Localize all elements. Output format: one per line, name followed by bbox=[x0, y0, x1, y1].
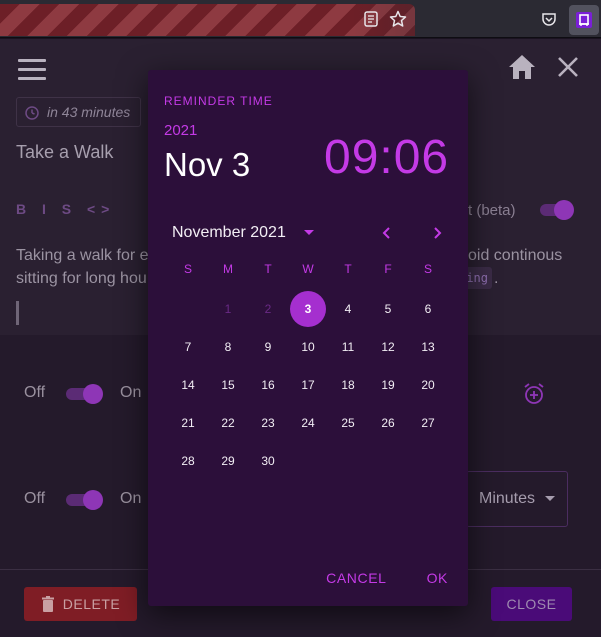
day-cell[interactable]: 24 bbox=[288, 404, 328, 442]
weekday-label: M bbox=[223, 262, 233, 276]
day-cell[interactable]: 8 bbox=[208, 328, 248, 366]
close-icon[interactable] bbox=[556, 55, 580, 84]
day-cell[interactable]: 18 bbox=[328, 366, 368, 404]
beta-label: t (beta) bbox=[468, 202, 516, 219]
day-cell[interactable]: 29 bbox=[208, 442, 248, 480]
day-cell[interactable]: 10 bbox=[288, 328, 328, 366]
weekday-label: T bbox=[264, 262, 272, 276]
day-cell[interactable]: 25 bbox=[328, 404, 368, 442]
day-cell[interactable]: 19 bbox=[368, 366, 408, 404]
alarm-add-icon[interactable] bbox=[522, 382, 546, 411]
empty-day-cell bbox=[168, 290, 208, 328]
format-toolbar[interactable]: B I S <> bbox=[16, 201, 115, 217]
year-selector[interactable]: 2021 bbox=[164, 122, 197, 139]
trash-icon bbox=[41, 596, 54, 612]
delete-button[interactable]: DELETE bbox=[24, 587, 137, 621]
cancel-button[interactable]: CANCEL bbox=[326, 570, 386, 586]
row2-toggle-knob[interactable] bbox=[83, 490, 103, 510]
day-cell[interactable]: 6 bbox=[408, 290, 448, 328]
reader-view-icon[interactable] bbox=[362, 10, 380, 28]
day-cell[interactable]: 4 bbox=[328, 290, 368, 328]
day-cell: 2 bbox=[264, 302, 272, 316]
weekday-label: F bbox=[384, 262, 392, 276]
home-icon[interactable] bbox=[507, 53, 537, 86]
close-button-label: CLOSE bbox=[506, 596, 557, 612]
minutes-select[interactable]: Minutes bbox=[466, 471, 568, 527]
chevron-down-icon bbox=[545, 496, 556, 501]
weekday-header: SMTWTFS bbox=[168, 262, 448, 276]
day-cell[interactable]: 12 bbox=[368, 328, 408, 366]
blockquote-bar bbox=[16, 301, 19, 325]
day-cell[interactable]: 23 bbox=[248, 404, 288, 442]
minutes-select-value: Minutes bbox=[479, 490, 536, 507]
day-cell[interactable]: 7 bbox=[168, 328, 208, 366]
weekday-label: W bbox=[302, 262, 314, 276]
alarm-icon bbox=[25, 106, 39, 120]
row1-on-label: On bbox=[120, 384, 142, 401]
day-cell[interactable]: 15 bbox=[208, 366, 248, 404]
bookmark-star-icon[interactable] bbox=[389, 10, 407, 28]
day-cell[interactable]: 17 bbox=[288, 366, 328, 404]
day-cell[interactable]: 13 bbox=[408, 328, 448, 366]
reminder-chip-label: in 43 minutes bbox=[47, 104, 131, 120]
task-body-left[interactable]: Taking a walk for e sitting for long hou bbox=[16, 244, 149, 290]
weekday-label: S bbox=[423, 262, 432, 276]
menu-icon[interactable] bbox=[18, 59, 46, 81]
beta-toggle-knob[interactable] bbox=[554, 200, 574, 220]
row2-on-label: On bbox=[120, 490, 142, 507]
day-cell[interactable]: 16 bbox=[248, 366, 288, 404]
row1-off-label: Off bbox=[24, 384, 46, 401]
day-cell[interactable]: 26 bbox=[368, 404, 408, 442]
day-cell[interactable]: 28 bbox=[168, 442, 208, 480]
calendar-grid: 1 2 3 4 5 6 7 8 9 10 11 12 13 14 15 16 17 18 19 20 21 22 23 24 2… bbox=[168, 290, 448, 480]
month-year-switch[interactable]: November 2021 bbox=[172, 224, 314, 242]
dialog-actions: CANCEL OK bbox=[326, 570, 448, 586]
selected-time[interactable]: 09:06 bbox=[324, 130, 449, 185]
weekday-label: T bbox=[344, 262, 352, 276]
ok-button[interactable]: OK bbox=[427, 570, 448, 586]
next-month-icon[interactable] bbox=[430, 226, 444, 245]
chevron-down-icon bbox=[303, 230, 314, 235]
empty-day-cell bbox=[368, 442, 408, 480]
pocket-icon[interactable] bbox=[540, 10, 558, 28]
task-body-right[interactable]: oid continous bbox=[468, 244, 562, 267]
day-cell[interactable]: 9 bbox=[248, 328, 288, 366]
delete-button-label: DELETE bbox=[62, 596, 121, 612]
extension-icon[interactable] bbox=[569, 5, 599, 35]
date-picker-dialog: REMINDER TIME 2021 Nov 3 09:06 November … bbox=[148, 70, 468, 606]
day-cell[interactable]: 14 bbox=[168, 366, 208, 404]
day-cell[interactable]: 5 bbox=[368, 290, 408, 328]
empty-day-cell bbox=[288, 442, 328, 480]
day-cell[interactable]: 21 bbox=[168, 404, 208, 442]
selected-date[interactable]: Nov 3 bbox=[164, 146, 250, 184]
day-cell-selected[interactable]: 3 bbox=[288, 290, 328, 328]
day-cell[interactable]: 27 bbox=[408, 404, 448, 442]
reminder-chip[interactable]: in 43 minutes bbox=[16, 97, 141, 127]
day-cell[interactable]: 30 bbox=[248, 442, 288, 480]
browser-toolbar bbox=[0, 0, 601, 38]
url-bar[interactable] bbox=[0, 4, 415, 36]
day-cell[interactable]: 22 bbox=[208, 404, 248, 442]
prev-month-icon[interactable] bbox=[380, 226, 394, 245]
weekday-label: S bbox=[183, 262, 192, 276]
day-cell: 1 bbox=[224, 302, 232, 316]
row2-off-label: Off bbox=[24, 490, 46, 507]
day-cell[interactable]: 20 bbox=[408, 366, 448, 404]
month-year-label: November 2021 bbox=[172, 224, 286, 241]
body-period: . bbox=[494, 270, 499, 287]
empty-day-cell bbox=[328, 442, 368, 480]
dialog-header-label: REMINDER TIME bbox=[164, 94, 273, 108]
day-cell[interactable]: 11 bbox=[328, 328, 368, 366]
row1-toggle-knob[interactable] bbox=[83, 384, 103, 404]
task-title[interactable]: Take a Walk bbox=[16, 142, 113, 163]
empty-day-cell bbox=[408, 442, 448, 480]
close-button[interactable]: CLOSE bbox=[491, 587, 572, 621]
